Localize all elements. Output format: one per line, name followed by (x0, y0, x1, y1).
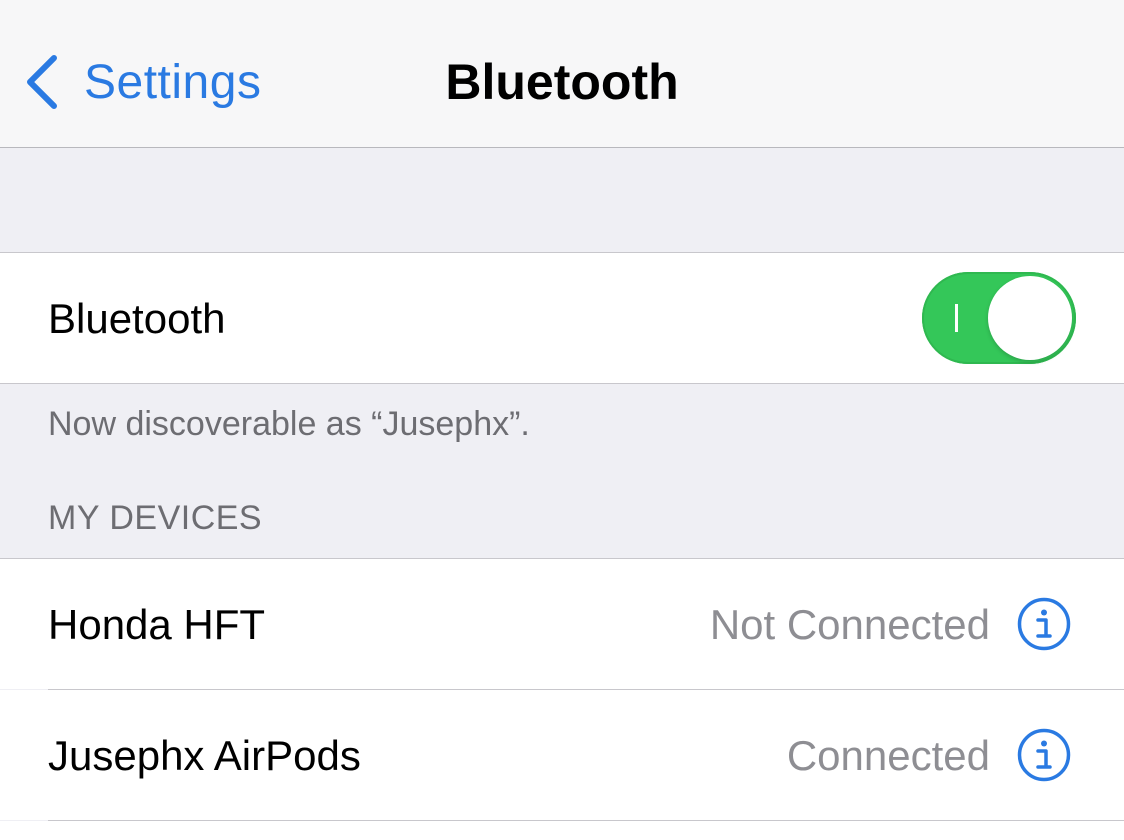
discoverable-footer: Now discoverable as “Jusephx”. (48, 405, 530, 443)
info-circle-icon[interactable] (1017, 597, 1071, 651)
device-status: Not Connected (709, 601, 990, 648)
my-devices-header: MY DEVICES (48, 499, 263, 537)
device-status: Connected (786, 732, 990, 779)
info-circle-icon[interactable] (1017, 728, 1071, 782)
section-spacer (0, 148, 1124, 253)
toggle-knob (988, 276, 1072, 360)
bluetooth-toggle[interactable] (922, 272, 1076, 364)
device-row-jusephx-airpods[interactable]: Jusephx AirPods Connected (0, 690, 1124, 820)
device-name: Jusephx AirPods (48, 732, 361, 779)
toggle-on-indicator (955, 304, 958, 332)
navigation-bar: Settings Bluetooth (0, 0, 1124, 148)
list-continuation (0, 821, 1124, 840)
device-name: Honda HFT (48, 601, 266, 648)
device-row-honda-hft[interactable]: Honda HFT Not Connected (0, 559, 1124, 689)
page-title: Bluetooth (445, 54, 679, 110)
bluetooth-row-label: Bluetooth (48, 295, 226, 342)
